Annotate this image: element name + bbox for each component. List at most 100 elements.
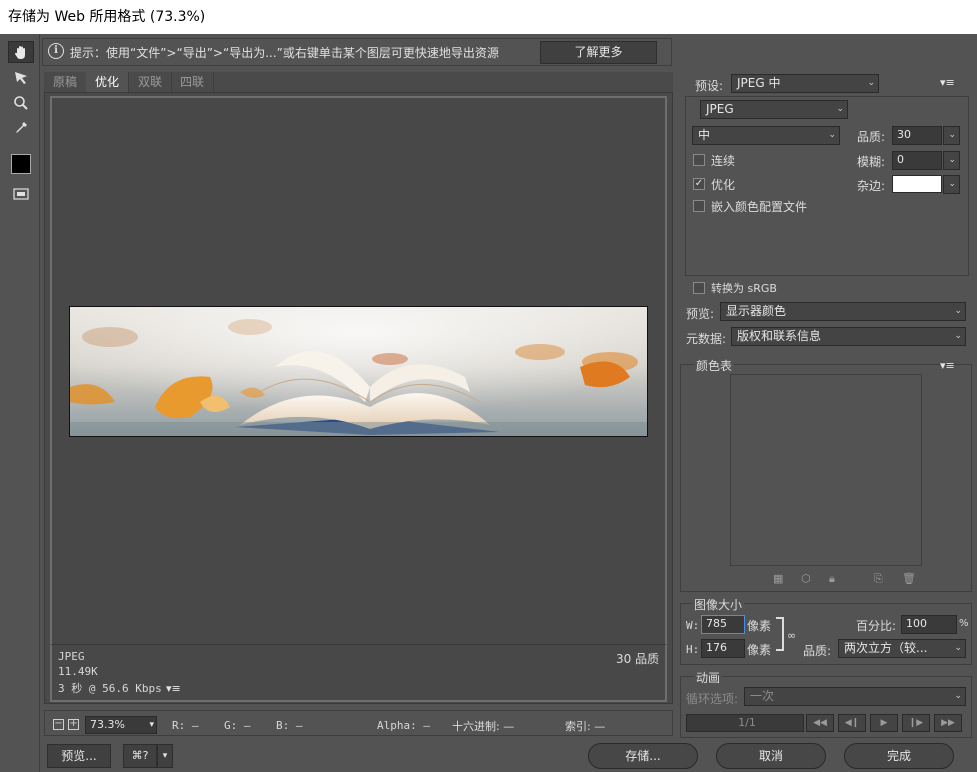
first-frame-icon[interactable]: ◀◀ — [806, 714, 834, 732]
zoom-in-icon[interactable]: + — [68, 719, 79, 730]
preset-label: 预设: — [695, 79, 724, 93]
preview-color-select[interactable]: 显示器颜色 ⌄ — [720, 302, 966, 321]
tab-2-up[interactable]: 双联 — [129, 72, 173, 92]
height-input[interactable]: 176 — [701, 639, 745, 658]
quality-dropdown-icon[interactable]: ⌄ — [943, 126, 960, 145]
compression-quality-value: 中 — [698, 128, 711, 142]
height-unit: 像素 — [747, 643, 772, 657]
color-table-menu-icon[interactable]: ▾≡ — [940, 359, 955, 372]
link-icon[interactable]: ∞ — [787, 629, 796, 642]
percent-unit: % — [959, 618, 969, 629]
image-size-title: 图像大小 — [692, 596, 745, 613]
progressive-label: 连续 — [711, 154, 736, 168]
toggle-slices-icon[interactable] — [8, 183, 34, 205]
blur-label: 模糊: — [857, 155, 886, 169]
hand-tool-icon[interactable] — [8, 41, 34, 63]
frame-counter: 1/1 — [686, 714, 804, 732]
lock-color-icon[interactable]: 🔒︎ — [829, 572, 835, 586]
slice-select-icon[interactable] — [8, 67, 34, 89]
info-icon: i — [48, 43, 64, 59]
status-r: R: — — [172, 719, 199, 732]
status-g: G: — — [224, 719, 251, 732]
browser-dropdown-icon[interactable]: ▾ — [157, 744, 173, 768]
width-label: W: — [686, 619, 700, 632]
preview-in-browser-button[interactable]: 预览... — [47, 744, 111, 768]
resample-quality-select[interactable]: 两次立方（较... ⌄ — [838, 639, 966, 658]
eyedropper-icon[interactable] — [8, 117, 34, 139]
save-button[interactable]: 存储... — [588, 743, 698, 769]
convert-srgb-checkbox[interactable] — [693, 282, 705, 294]
learn-more-button[interactable]: 了解更多 — [540, 41, 657, 64]
map-colors-icon[interactable]: ▦ — [773, 572, 783, 585]
download-speed-menu-icon[interactable]: ▾≡ — [166, 682, 181, 695]
zoom-icon[interactable] — [8, 92, 34, 114]
preview-download-time: 3 秒 @ 56.6 Kbps — [58, 682, 162, 695]
compression-quality-select[interactable]: 中 ⌄ — [692, 126, 840, 145]
preview-image[interactable] — [69, 306, 648, 437]
done-button[interactable]: 完成 — [844, 743, 954, 769]
file-format-value: JPEG — [706, 102, 734, 116]
embed-profile-checkbox[interactable] — [693, 200, 705, 212]
tab-original[interactable]: 原稿 — [44, 72, 88, 92]
loop-value: 一次 — [750, 689, 775, 703]
zoom-out-icon[interactable]: − — [53, 719, 64, 730]
last-frame-icon[interactable]: ▶▶ — [934, 714, 962, 732]
blur-input[interactable]: 0 — [892, 151, 942, 170]
metadata-select[interactable]: 版权和联系信息 ⌄ — [731, 327, 966, 346]
cancel-button[interactable]: 取消 — [716, 743, 826, 769]
percent-input[interactable]: 100 — [901, 615, 957, 634]
zoom-level-value: 73.3% — [90, 718, 125, 731]
tab-4-up[interactable]: 四联 — [171, 72, 215, 92]
matte-color-swatch[interactable] — [892, 175, 942, 193]
blur-dropdown-icon[interactable]: ⌄ — [943, 151, 960, 170]
color-table-title: 颜色表 — [694, 357, 735, 374]
web-shift-icon[interactable]: ⬡ — [801, 572, 811, 585]
view-tabs: 原稿 优化 双联 四联 — [44, 72, 673, 92]
preview-label: 预览: — [686, 307, 715, 321]
width-input[interactable]: 785 — [701, 615, 745, 634]
preview-file-size: 11.49K — [58, 665, 98, 678]
optimized-checkbox[interactable]: ✓ — [693, 178, 705, 190]
constrain-bracket — [776, 617, 784, 651]
status-b: B: — — [276, 719, 303, 732]
loop-label: 循环选项: — [686, 692, 739, 706]
metadata-label: 元数据: — [686, 332, 727, 346]
preview-format: JPEG — [58, 650, 85, 663]
height-label: H: — [686, 643, 700, 656]
tool-panel — [0, 34, 40, 772]
preview-color-value: 显示器颜色 — [726, 304, 787, 318]
zoom-level-select[interactable]: 73.3% ▾ — [85, 716, 157, 734]
status-index: 索引: — — [565, 720, 606, 733]
embed-profile-label: 嵌入颜色配置文件 — [711, 200, 808, 214]
resample-quality-label: 品质: — [803, 644, 832, 658]
preset-select[interactable]: JPEG 中 ⌄ — [731, 74, 879, 93]
animation-title: 动画 — [694, 669, 723, 686]
new-color-icon[interactable]: ⎘ — [874, 572, 883, 586]
browser-select-icon[interactable]: ⌘? — [123, 744, 157, 768]
quality-input[interactable]: 30 — [892, 126, 942, 145]
prev-frame-icon[interactable]: ◀❙ — [838, 714, 866, 732]
optimized-label: 优化 — [711, 178, 736, 192]
next-frame-icon[interactable]: ❙▶ — [902, 714, 930, 732]
play-icon[interactable]: ▶ — [870, 714, 898, 732]
metadata-value: 版权和联系信息 — [737, 329, 822, 343]
progressive-checkbox[interactable] — [693, 154, 705, 166]
loop-select[interactable]: 一次 ⌄ — [744, 687, 966, 706]
trash-icon[interactable]: 🗑︎ — [902, 572, 916, 585]
preview-quality: 30 品质 — [616, 652, 660, 666]
eyedropper-color-swatch-icon[interactable] — [8, 153, 34, 175]
quality-label: 品质: — [857, 130, 886, 144]
matte-dropdown-icon[interactable]: ⌄ — [943, 175, 960, 194]
width-unit: 像素 — [747, 619, 772, 633]
convert-srgb-label: 转换为 sRGB — [711, 282, 777, 295]
color-table-grid[interactable] — [730, 374, 922, 566]
matte-label: 杂边: — [857, 179, 886, 193]
status-hex: 十六进制: — — [452, 720, 515, 733]
file-format-select[interactable]: JPEG ⌄ — [700, 100, 848, 119]
resample-quality-value: 两次立方（较... — [844, 641, 928, 655]
percent-label: 百分比: — [856, 619, 897, 633]
optimize-menu-icon[interactable]: ▾≡ — [940, 76, 955, 89]
preset-value: JPEG 中 — [737, 76, 781, 90]
tab-optimized[interactable]: 优化 — [86, 72, 130, 92]
hint-text: 提示：使用“文件”>“导出”>“导出为...”或右键单击某个图层可更快速地导出资… — [70, 46, 499, 60]
